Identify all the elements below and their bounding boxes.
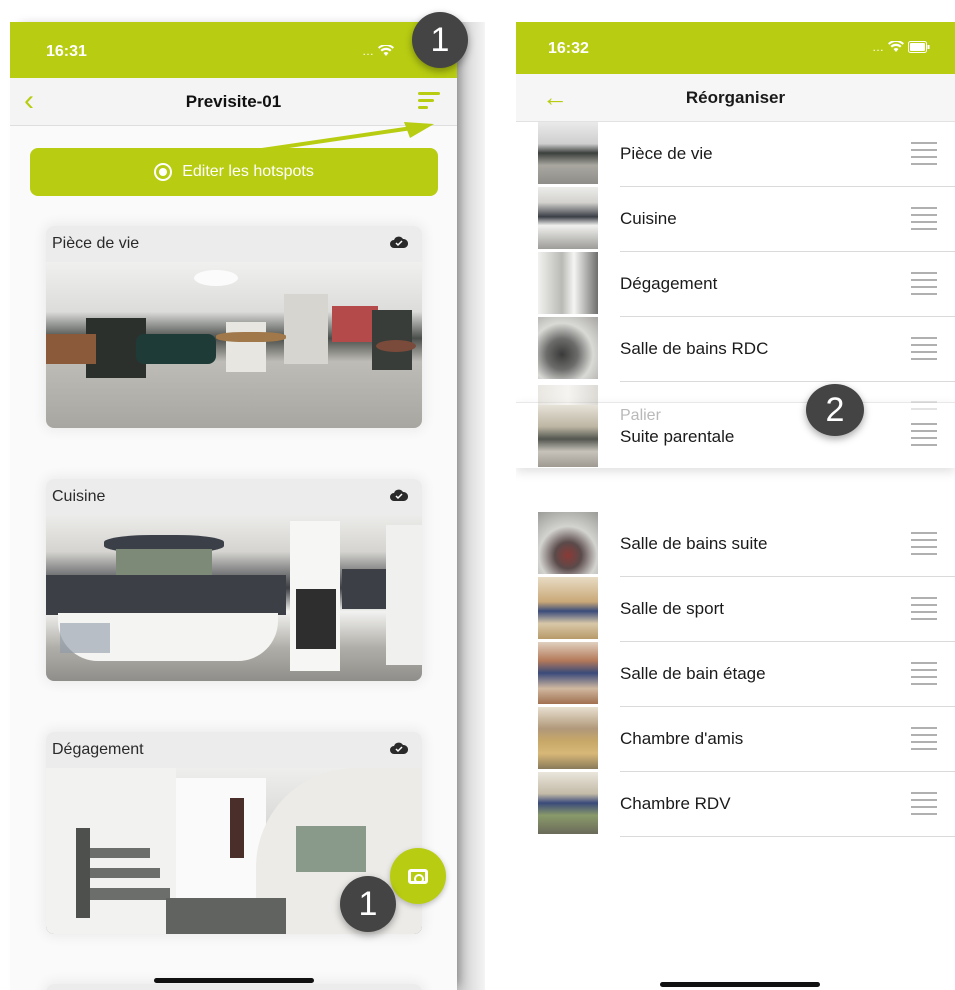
list-item[interactable]: Chambre d'amis bbox=[516, 707, 955, 772]
status-time: 16:32 bbox=[548, 40, 589, 57]
list-item-label: Suite parentale bbox=[620, 427, 735, 446]
list-item[interactable]: Dégagement bbox=[516, 252, 955, 317]
step-marker: 2 bbox=[806, 384, 864, 436]
list-item-label: Chambre d'amis bbox=[620, 729, 744, 748]
step-marker: 1 bbox=[412, 12, 468, 68]
thumbnail bbox=[538, 317, 598, 379]
list-item-label: Chambre RDV bbox=[620, 794, 731, 813]
list-item-label: Salle de bains suite bbox=[620, 534, 768, 553]
dragged-list-item[interactable]: Palier Suite parentale bbox=[516, 385, 955, 468]
list-item-label: Cuisine bbox=[620, 209, 677, 228]
drag-handle-icon[interactable] bbox=[911, 337, 937, 360]
battery-icon bbox=[908, 41, 930, 53]
cloud-check-icon bbox=[390, 236, 408, 248]
card-header: Pièce de vie bbox=[46, 226, 422, 262]
drag-handle-icon[interactable] bbox=[911, 207, 937, 230]
wifi-icon bbox=[378, 45, 394, 56]
list-item[interactable]: Salle de sport bbox=[516, 577, 955, 642]
list-item-label: Pièce de vie bbox=[620, 144, 713, 163]
card-title: Pièce de vie bbox=[52, 235, 140, 252]
thumbnail bbox=[538, 707, 598, 769]
thumbnail bbox=[538, 405, 598, 467]
status-bar: 16:31 … bbox=[10, 22, 457, 78]
ghost-label: Palier bbox=[620, 407, 661, 424]
left-phone-screen: 16:31 … ‹ Previsite-01 Editer les hotspo… bbox=[10, 22, 457, 990]
thumbnail bbox=[538, 512, 598, 574]
list-item[interactable]: Chambre RDV bbox=[516, 772, 955, 837]
drag-handle-icon[interactable] bbox=[911, 597, 937, 620]
thumbnail bbox=[538, 187, 598, 249]
thumbnail bbox=[538, 772, 598, 834]
list-item-label: Dégagement bbox=[620, 274, 718, 293]
drag-handle-icon[interactable] bbox=[911, 142, 937, 165]
thumbnail bbox=[538, 252, 598, 314]
list-item[interactable]: Salle de bain étage bbox=[516, 642, 955, 707]
home-indicator bbox=[154, 978, 314, 983]
drag-handle-icon[interactable] bbox=[911, 662, 937, 685]
right-phone-screen: 16:32 … ← Réorganiser Pièce de vie Cuisi… bbox=[516, 22, 955, 990]
status-icons: … bbox=[362, 44, 394, 58]
step-marker: 1 bbox=[340, 876, 396, 932]
divider bbox=[620, 836, 955, 837]
list-item[interactable]: Cuisine bbox=[516, 187, 955, 252]
cloud-check-icon bbox=[390, 489, 408, 501]
card-header bbox=[46, 984, 422, 990]
divider bbox=[620, 381, 955, 382]
wifi-icon bbox=[888, 41, 904, 52]
drag-handle-icon[interactable] bbox=[911, 423, 937, 446]
list-item[interactable]: Pièce de vie bbox=[516, 122, 955, 187]
tutorial-arrow bbox=[247, 122, 434, 154]
thumbnail bbox=[538, 122, 598, 184]
drag-handle-icon bbox=[911, 401, 937, 423]
screen-divider-shadow bbox=[457, 22, 485, 990]
panorama-image bbox=[46, 262, 422, 428]
drag-handle-icon[interactable] bbox=[911, 727, 937, 750]
list-item-label: Salle de bain étage bbox=[620, 664, 766, 683]
signal-icon: … bbox=[872, 40, 884, 54]
drag-handle-icon[interactable] bbox=[911, 792, 937, 815]
navigation-bar: ← Réorganiser bbox=[516, 74, 955, 122]
status-time: 16:31 bbox=[46, 43, 87, 60]
status-icons: … bbox=[872, 40, 930, 54]
home-indicator bbox=[660, 982, 820, 987]
card-title: Dégagement bbox=[52, 741, 144, 758]
list-item-label: Salle de sport bbox=[620, 599, 724, 618]
thumbnail bbox=[538, 577, 598, 639]
edit-hotspots-label: Editer les hotspots bbox=[182, 163, 314, 180]
card-title: Cuisine bbox=[52, 488, 106, 505]
card-header: Dégagement bbox=[46, 732, 422, 768]
radio-icon bbox=[154, 163, 173, 181]
list-item[interactable]: Salle de bains suite bbox=[516, 512, 955, 577]
sort-lines-icon[interactable] bbox=[418, 92, 440, 112]
ghost-thumbnail bbox=[538, 385, 598, 405]
list-item-label: Salle de bains RDC bbox=[620, 339, 769, 358]
panorama-card[interactable] bbox=[46, 984, 422, 990]
camera-icon bbox=[408, 868, 428, 884]
list-item[interactable]: Salle de bains RDC bbox=[516, 317, 955, 382]
thumbnail bbox=[538, 642, 598, 704]
panorama-card[interactable]: Pièce de vie bbox=[46, 226, 422, 428]
drag-handle-icon[interactable] bbox=[911, 272, 937, 295]
page-title: Réorganiser bbox=[685, 88, 786, 107]
card-header: Cuisine bbox=[46, 479, 422, 515]
cloud-check-icon bbox=[390, 742, 408, 754]
camera-button[interactable] bbox=[390, 848, 446, 904]
panorama-image bbox=[46, 515, 422, 681]
status-bar: 16:32 … bbox=[516, 22, 955, 74]
navigation-bar: ‹ Previsite-01 bbox=[10, 78, 457, 126]
panorama-card[interactable]: Cuisine bbox=[46, 479, 422, 681]
signal-icon: … bbox=[362, 44, 374, 58]
drag-handle-icon[interactable] bbox=[911, 532, 937, 555]
page-title: Previsite-01 bbox=[185, 92, 282, 111]
